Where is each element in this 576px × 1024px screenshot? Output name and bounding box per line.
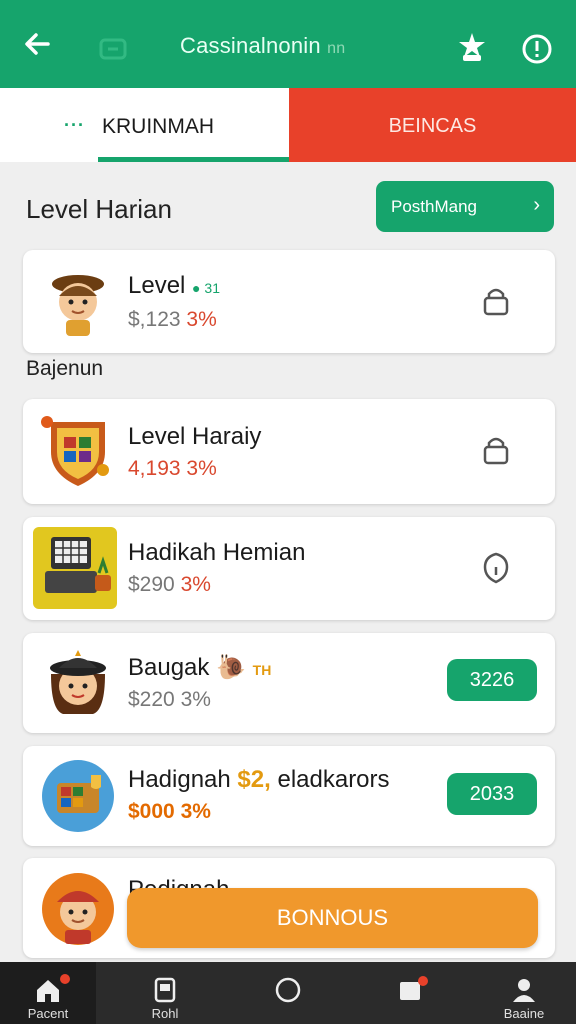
list-item[interactable]: Level Haraiy 4,193 3% [23,399,555,504]
tab-beincas[interactable]: BEINCAS [289,88,576,162]
tab-kruinmah[interactable]: ··· KRUINMAH [0,88,289,162]
item-name: Hadignah $2, eladkarors [128,766,390,794]
item-pct: 3% [186,457,217,480]
item-name-tail: eladkarors [277,766,390,793]
tab-label: KRUINMAH [102,115,215,138]
active-tab-indicator [98,157,289,162]
nav-games[interactable]: Rohl [117,962,213,1024]
group-label: Bajenun [26,357,104,380]
item-sub: $290 3% [128,573,211,597]
section-action-button[interactable]: PosthMang › [376,181,554,232]
nav-label: Pacent [27,1006,69,1021]
chevron-right-icon: › [533,194,540,216]
item-sub: $000 3% [128,800,211,824]
app-header: Cassinalnonin nn [0,0,576,88]
list-item[interactable]: Hadikah Hemian $290 3% [23,517,555,620]
list-item[interactable]: Level ● 31 $,123 3% [23,250,555,353]
value-badge[interactable]: 3226 [447,659,537,701]
list-item[interactable]: Baugak 🐌 TH $220 3% 3226 [23,633,555,733]
item-sub: $220 3% [128,688,211,712]
nav-center[interactable] [240,962,336,1024]
section-action-label: PosthMang [391,197,477,216]
page-title: Cassinalnonin nn [180,33,345,59]
nav-profile[interactable]: Baaine [476,962,572,1024]
snail-badge-icon: 🐌 [216,654,246,681]
nav-label: Baaine [503,1006,545,1021]
item-name: Level Haraiy [128,423,262,450]
item-sub: $,123 3% [128,308,217,332]
item-amount: $000 [128,800,175,823]
cash-register-icon [33,527,117,609]
back-arrow-icon[interactable] [20,26,56,62]
item-pct: 3% [186,308,217,331]
notification-dot [418,976,428,986]
item-name: Hadikah Hemian [128,539,306,566]
item-tag: ● 31 [192,280,220,296]
item-name-gold: $2, [237,766,271,793]
item-amount: $,123 [128,308,181,331]
lock-icon [483,437,509,465]
shield-icon [41,416,109,486]
nav-inbox[interactable] [362,962,458,1024]
list-item[interactable]: Hadignah $2, eladkarors $000 3% 2033 [23,746,555,846]
tablet-icon [154,977,176,1003]
item-amount: $220 [128,688,175,711]
item-tag: TH [252,662,272,678]
treasure-chest-icon [42,760,114,832]
item-name: Level ● 31 [128,272,220,300]
title-suffix: nn [327,40,346,57]
section-title: Level Harian [26,194,172,224]
nav-label: Rohl [151,1006,179,1021]
avatar-boy-red-icon [42,873,114,945]
item-name: Baugak 🐌 TH [128,653,271,682]
tab-label: BEINCAS [388,115,477,137]
home-icon [37,980,59,1002]
bonus-button[interactable]: BONNOUS [127,888,538,948]
item-amount: 4,193 [128,457,181,480]
item-name-text: Baugak [128,654,210,681]
item-name-text: Level [128,272,186,299]
avatar-boy-icon [52,275,104,336]
badge-star-icon[interactable] [455,30,489,64]
circle-icon [275,977,301,1003]
shield-outline-icon [483,552,509,584]
item-name-text: Hadignah [128,766,231,793]
item-tag-text: 31 [204,280,220,296]
item-pct: 3% [180,688,211,711]
tab-dots-icon: ··· [64,115,85,135]
profile-icon [513,979,535,1002]
item-sub: 4,193 3% [128,457,217,481]
tab-bar: ··· KRUINMAH BEINCAS [0,88,576,162]
item-pct: 3% [180,800,211,823]
info-icon[interactable] [521,33,553,65]
value-badge[interactable]: 2033 [447,773,537,815]
lock-icon [483,288,509,316]
bottom-nav: Pacent Rohl Baaine [0,962,576,1024]
item-amount: $290 [128,573,175,596]
brand-logo-icon [99,38,127,60]
notification-dot [60,974,70,984]
title-text: Cassinalnonin [180,33,321,58]
item-pct: 3% [180,573,211,596]
nav-home[interactable]: Pacent [0,962,96,1024]
avatar-girl-icon [50,650,106,714]
